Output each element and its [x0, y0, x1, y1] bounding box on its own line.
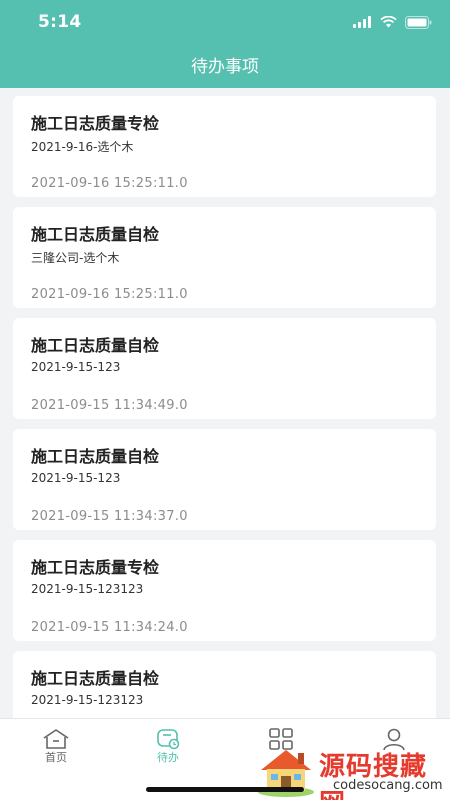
todo-title: 施工日志质量专检 [31, 114, 160, 133]
todo-title: 施工日志质量自检 [31, 336, 160, 355]
tab-todo-label: 待办 [157, 751, 179, 764]
todo-icon [157, 729, 180, 750]
status-icons [353, 13, 432, 31]
todo-subtitle: 2021-9-15-123 [31, 471, 121, 485]
todo-card[interactable]: 施工日志质量自检 2021-9-15-123 2021-09-15 11:34:… [13, 318, 436, 419]
tab-home-label: 首页 [45, 751, 67, 764]
todo-card[interactable]: 施工日志质量自检 三隆公司-选个木 2021-09-16 15:25:11.0 [13, 207, 436, 308]
todo-card[interactable]: 施工日志质量自检 2021-9-15-123123 [13, 651, 436, 718]
page-title: 待办事项 [191, 57, 259, 77]
todo-title: 施工日志质量自检 [31, 669, 160, 688]
todo-time: 2021-09-15 11:34:37.0 [31, 509, 188, 524]
todo-subtitle: 2021-9-16-选个木 [31, 140, 134, 154]
todo-time: 2021-09-16 15:25:11.0 [31, 287, 188, 302]
battery-icon [405, 15, 432, 29]
tab-todo[interactable]: 待办 [112, 719, 224, 779]
tab-home[interactable]: 首页 [0, 719, 112, 779]
home-icon [43, 729, 69, 749]
todo-card[interactable]: 施工日志质量自检 2021-9-15-123 2021-09-15 11:34:… [13, 429, 436, 530]
todo-time: 2021-09-15 11:34:49.0 [31, 398, 188, 413]
todo-card[interactable]: 施工日志质量专检 2021-9-15-123123 2021-09-15 11:… [13, 540, 436, 641]
todo-time: 2021-09-15 11:34:24.0 [31, 620, 188, 635]
todo-list: 施工日志质量专检 2021-9-16-选个木 2021-09-16 15:25:… [0, 88, 450, 718]
home-indicator[interactable] [146, 787, 304, 792]
todo-title: 施工日志质量专检 [31, 558, 160, 577]
screen: 5:14 待办事项 施工日志质量专检 2021-9-16-选个木 2021-09… [0, 0, 450, 800]
todo-subtitle: 三隆公司-选个木 [31, 251, 120, 265]
todo-title: 施工日志质量自检 [31, 447, 160, 466]
todo-subtitle: 2021-9-15-123123 [31, 582, 144, 596]
status-bar: 5:14 [0, 0, 450, 44]
app-header: 5:14 待办事项 [0, 0, 450, 88]
todo-card[interactable]: 施工日志质量专检 2021-9-16-选个木 2021-09-16 15:25:… [13, 96, 436, 197]
wifi-icon [380, 16, 397, 28]
todo-subtitle: 2021-9-15-123 [31, 360, 121, 374]
signal-icon [353, 16, 371, 28]
todo-time: 2021-09-16 15:25:11.0 [31, 176, 188, 191]
todo-subtitle: 2021-9-15-123123 [31, 693, 144, 707]
status-time: 5:14 [38, 12, 82, 32]
watermark-url: codesocang.com [333, 778, 443, 793]
todo-title: 施工日志质量自检 [31, 225, 160, 244]
